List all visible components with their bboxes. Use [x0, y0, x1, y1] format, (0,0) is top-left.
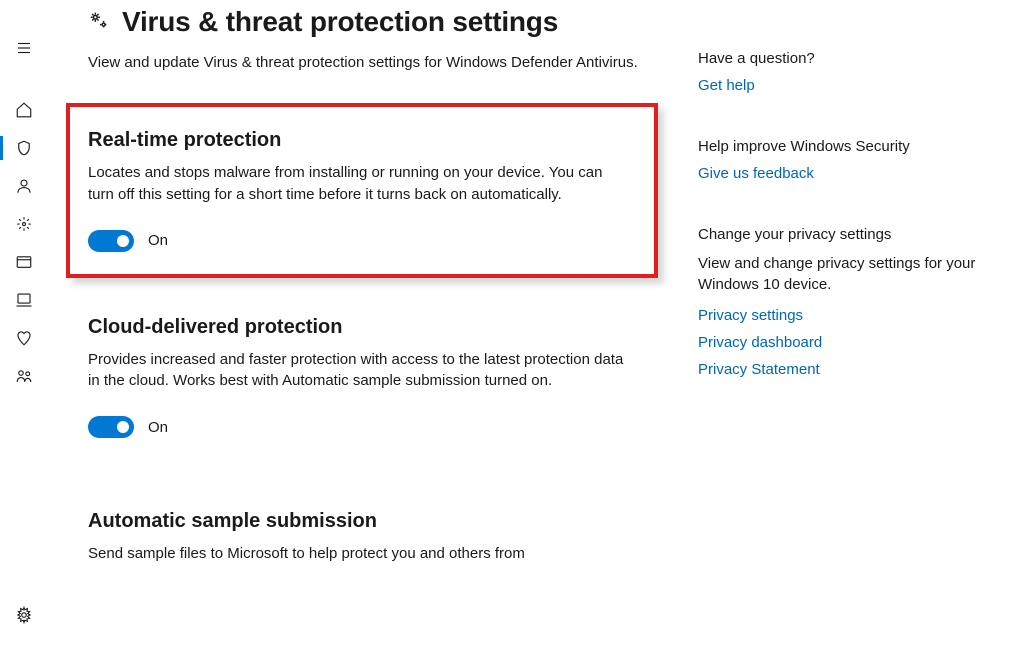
nav-account-protection[interactable] [4, 168, 44, 204]
shield-icon [15, 139, 33, 157]
side-block-question: Have a question? Get help [698, 50, 998, 94]
toggle-row: On [88, 416, 628, 438]
cloud-toggle[interactable] [88, 416, 134, 438]
device-security-icon [15, 291, 33, 309]
nav-device-security[interactable] [4, 282, 44, 318]
toggle-row: On [88, 230, 626, 252]
nav-settings[interactable] [4, 597, 44, 633]
nav-family[interactable] [4, 358, 44, 394]
page-header: Virus & threat protection settings [88, 6, 658, 38]
section-desc: Locates and stops malware from installin… [88, 162, 626, 206]
home-icon [15, 101, 33, 119]
privacy-dashboard-link[interactable]: Privacy dashboard [698, 334, 998, 351]
nav-virus-threat[interactable] [4, 130, 44, 166]
toggle-label: On [148, 232, 168, 249]
section-title: Automatic sample submission [88, 510, 628, 533]
side-heading: Help improve Windows Security [698, 138, 998, 155]
privacy-statement-link[interactable]: Privacy Statement [698, 361, 998, 378]
section-desc: Send sample files to Microsoft to help p… [88, 543, 628, 565]
app-browser-icon [15, 253, 33, 271]
header-gears-icon [88, 9, 110, 35]
nav-home[interactable] [4, 92, 44, 128]
side-column: Have a question? Get help Help improve W… [698, 0, 998, 645]
page-subtitle: View and update Virus & threat protectio… [88, 52, 648, 73]
main-column: Virus & threat protection settings View … [88, 0, 698, 645]
firewall-icon [15, 215, 33, 233]
nav-app-browser[interactable] [4, 244, 44, 280]
side-block-privacy: Change your privacy settings View and ch… [698, 226, 998, 378]
section-title: Cloud-delivered protection [88, 316, 628, 339]
realtime-toggle[interactable] [88, 230, 134, 252]
section-desc: Provides increased and faster protection… [88, 349, 628, 393]
get-help-link[interactable]: Get help [698, 77, 998, 94]
nav-firewall[interactable] [4, 206, 44, 242]
family-icon [15, 367, 33, 385]
side-heading: Have a question? [698, 50, 998, 67]
side-desc: View and change privacy settings for you… [698, 253, 998, 295]
privacy-settings-link[interactable]: Privacy settings [698, 307, 998, 324]
menu-icon [15, 39, 33, 57]
section-auto-sample: Automatic sample submission Send sample … [88, 496, 658, 607]
side-heading: Change your privacy settings [698, 226, 998, 243]
page-title: Virus & threat protection settings [122, 6, 558, 38]
section-title: Real-time protection [88, 129, 626, 152]
nav-menu[interactable] [4, 30, 44, 66]
device-health-icon [15, 329, 33, 347]
settings-icon [15, 606, 33, 624]
feedback-link[interactable]: Give us feedback [698, 165, 998, 182]
nav-device-health[interactable] [4, 320, 44, 356]
nav-rail [0, 0, 48, 645]
toggle-label: On [148, 419, 168, 436]
section-realtime-protection: Real-time protection Locates and stops m… [66, 103, 658, 278]
page: Virus & threat protection settings View … [48, 0, 1024, 645]
section-cloud-protection: Cloud-delivered protection Provides incr… [88, 302, 658, 457]
side-block-improve: Help improve Windows Security Give us fe… [698, 138, 998, 182]
account-icon [15, 177, 33, 195]
